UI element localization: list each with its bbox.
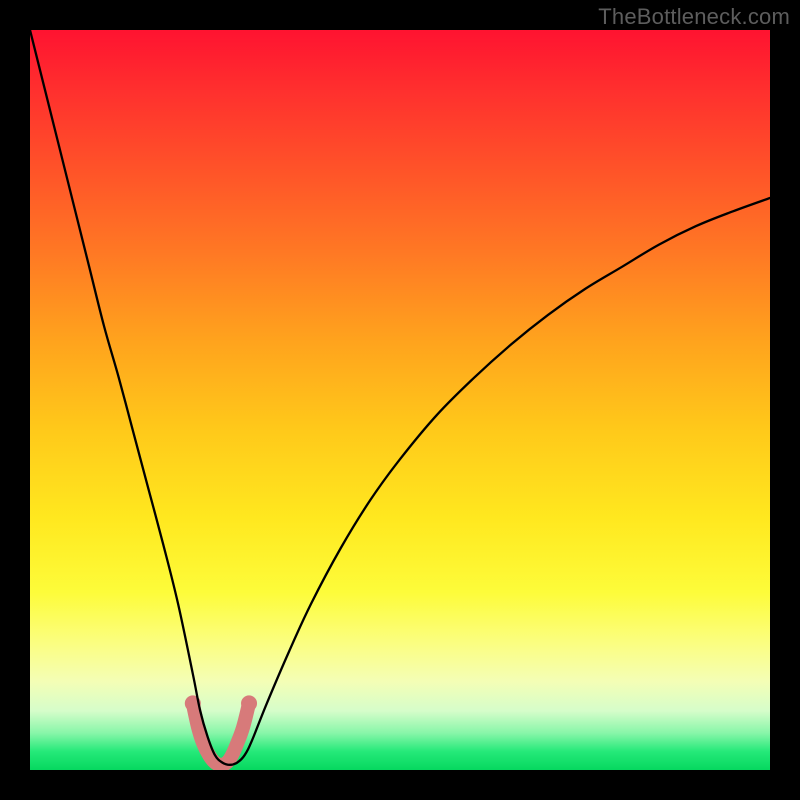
bottleneck-curve: [30, 30, 770, 765]
chart-frame: TheBottleneck.com: [0, 0, 800, 800]
bottom-segment-highlight: [185, 695, 257, 770]
watermark-text: TheBottleneck.com: [598, 4, 790, 30]
plot-area: [30, 30, 770, 770]
chart-svg: [30, 30, 770, 770]
